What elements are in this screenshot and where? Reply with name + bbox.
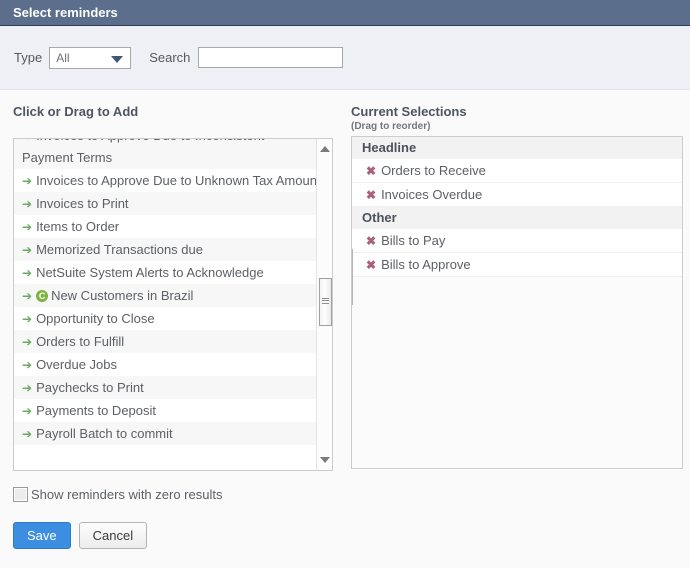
type-select[interactable]: All xyxy=(49,46,132,69)
selection-group-header: Headline xyxy=(352,137,682,159)
available-reminder-row[interactable]: ➔ Memorized Transactions due xyxy=(14,238,316,261)
add-arrow-icon: ➔ xyxy=(22,174,33,188)
available-reminder-row[interactable]: ➔ NetSuite System Alerts to Acknowledge xyxy=(14,261,316,284)
selection-row[interactable]: ✖ Bills to Pay xyxy=(352,229,682,253)
add-arrow-icon: ➔ xyxy=(22,312,33,326)
selection-row[interactable]: ✖ Invoices Overdue xyxy=(352,183,682,207)
cancel-button[interactable]: Cancel xyxy=(78,522,148,549)
available-reminder-row[interactable]: ➔ Invoices to Approve Due to Unknown Tax … xyxy=(14,169,316,192)
zero-results-checkbox[interactable] xyxy=(13,487,28,502)
available-reminder-label: Invoices to Approve Due to Unknown Tax A… xyxy=(36,173,316,188)
available-reminder-label: Paychecks to Print xyxy=(36,380,144,395)
available-reminder-row[interactable]: ➔ C New Customers in Brazil xyxy=(14,284,316,307)
chevron-down-icon xyxy=(111,55,124,63)
available-reminder-row[interactable]: ➔ Overdue Jobs xyxy=(14,353,316,376)
selections-subheading: (Drag to reorder) xyxy=(351,121,431,132)
available-reminder-label: Overdue Jobs xyxy=(36,357,117,372)
selection-label: Invoices Overdue xyxy=(381,187,483,202)
available-reminder-label: Invoices to Print xyxy=(36,196,129,211)
selection-row[interactable]: ✖ Bills to Approve xyxy=(352,253,682,277)
available-reminder-row[interactable]: ➔ Opportunity to Close xyxy=(14,307,316,330)
add-arrow-icon: ➔ xyxy=(22,139,32,143)
add-arrow-icon: ➔ xyxy=(22,289,33,303)
available-reminder-label: Orders to Fulfill xyxy=(36,334,125,349)
available-heading: Click or Drag to Add xyxy=(13,104,139,119)
available-reminder-row[interactable]: ➔ Orders to Fulfill xyxy=(14,330,316,353)
available-subheading-spacer xyxy=(13,123,345,135)
selection-label: Bills to Pay xyxy=(381,233,446,248)
panels-container: Click or Drag to Add ➔Invoices to Approv… xyxy=(0,90,690,471)
available-list-scrollbar[interactable] xyxy=(316,139,332,470)
zero-results-row: Show reminders with zero results xyxy=(13,487,690,502)
available-reminders-panel: Click or Drag to Add ➔Invoices to Approv… xyxy=(0,104,345,471)
available-reminder-row[interactable]: ➔ Payments to Deposit xyxy=(14,399,316,422)
selection-row[interactable]: ✖ Orders to Receive xyxy=(352,159,682,183)
dialog-title-bar: Select reminders xyxy=(0,0,690,26)
add-arrow-icon: ➔ xyxy=(22,404,33,418)
selections-scroll-sliver[interactable] xyxy=(352,249,353,305)
available-reminder-label: Opportunity to Close xyxy=(36,311,155,326)
custom-reminder-badge-icon: C xyxy=(36,289,49,302)
remove-x-icon[interactable]: ✖ xyxy=(366,234,376,248)
available-reminders-list[interactable]: ➔Invoices to Approve Due to Inconsistent… xyxy=(13,138,333,471)
available-reminder-label: Items to Order xyxy=(36,219,120,234)
add-arrow-icon: ➔ xyxy=(22,427,33,441)
zero-results-label: Show reminders with zero results xyxy=(31,487,223,502)
filter-toolbar: Type All Search xyxy=(0,26,690,90)
available-reminder-row[interactable]: ➔ Payroll Batch to commit xyxy=(14,422,316,445)
dialog-footer: Show reminders with zero results Save Ca… xyxy=(0,471,690,549)
available-rows: ➔Invoices to Approve Due to Inconsistent… xyxy=(14,139,316,445)
available-reminder-label: Invoices to Approve Due to Inconsistent … xyxy=(22,139,264,165)
remove-x-icon[interactable]: ✖ xyxy=(366,188,376,202)
current-selections-panel: Current Selections (Drag to reorder) Hea… xyxy=(345,104,690,471)
add-arrow-icon: ➔ xyxy=(22,358,33,372)
add-arrow-icon: ➔ xyxy=(22,335,33,349)
add-arrow-icon: ➔ xyxy=(22,266,33,280)
scroll-down-arrow-icon[interactable] xyxy=(320,457,330,463)
save-button[interactable]: Save xyxy=(13,522,71,549)
footer-buttons: Save Cancel xyxy=(13,522,690,549)
available-reminder-label: NetSuite System Alerts to Acknowledge xyxy=(36,265,264,280)
available-reminder-label: Memorized Transactions due xyxy=(36,242,203,257)
selection-group-header: Other xyxy=(352,207,682,229)
add-arrow-icon: ➔ xyxy=(22,243,33,257)
page-title: Select reminders xyxy=(13,5,118,20)
available-reminder-row[interactable]: ➔ Items to Order xyxy=(14,215,316,238)
add-arrow-icon: ➔ xyxy=(22,381,33,395)
available-reminder-label: Payroll Batch to commit xyxy=(36,426,173,441)
available-reminder-row[interactable]: ➔ Paychecks to Print xyxy=(14,376,316,399)
checkbox-inner xyxy=(14,488,27,501)
type-label: Type xyxy=(14,50,43,65)
add-arrow-icon: ➔ xyxy=(22,220,33,234)
search-label: Search xyxy=(149,50,191,65)
scrollbar-thumb[interactable] xyxy=(319,278,332,326)
remove-x-icon[interactable]: ✖ xyxy=(366,164,376,178)
remove-x-icon[interactable]: ✖ xyxy=(366,258,376,272)
available-reminder-row[interactable]: ➔Invoices to Approve Due to Inconsistent… xyxy=(14,139,316,169)
type-select-value: All xyxy=(56,50,70,65)
search-input[interactable] xyxy=(198,47,344,68)
add-arrow-icon: ➔ xyxy=(22,197,33,211)
selection-label: Orders to Receive xyxy=(381,163,486,178)
available-reminder-label: Payments to Deposit xyxy=(36,403,157,418)
selection-label: Bills to Approve xyxy=(381,257,471,272)
selection-rows: Headline ✖ Orders to Receive ✖ Invoices Over… xyxy=(352,137,682,277)
scrollbar-grip-icon xyxy=(322,298,329,304)
selections-heading: Current Selections xyxy=(351,104,467,119)
scroll-up-arrow-icon[interactable] xyxy=(320,146,330,152)
available-reminder-label: New Customers in Brazil xyxy=(51,288,194,303)
current-selections-list[interactable]: Headline ✖ Orders to Receive ✖ Invoices Over… xyxy=(351,136,683,469)
available-reminder-row[interactable]: ➔ Invoices to Print xyxy=(14,192,316,215)
